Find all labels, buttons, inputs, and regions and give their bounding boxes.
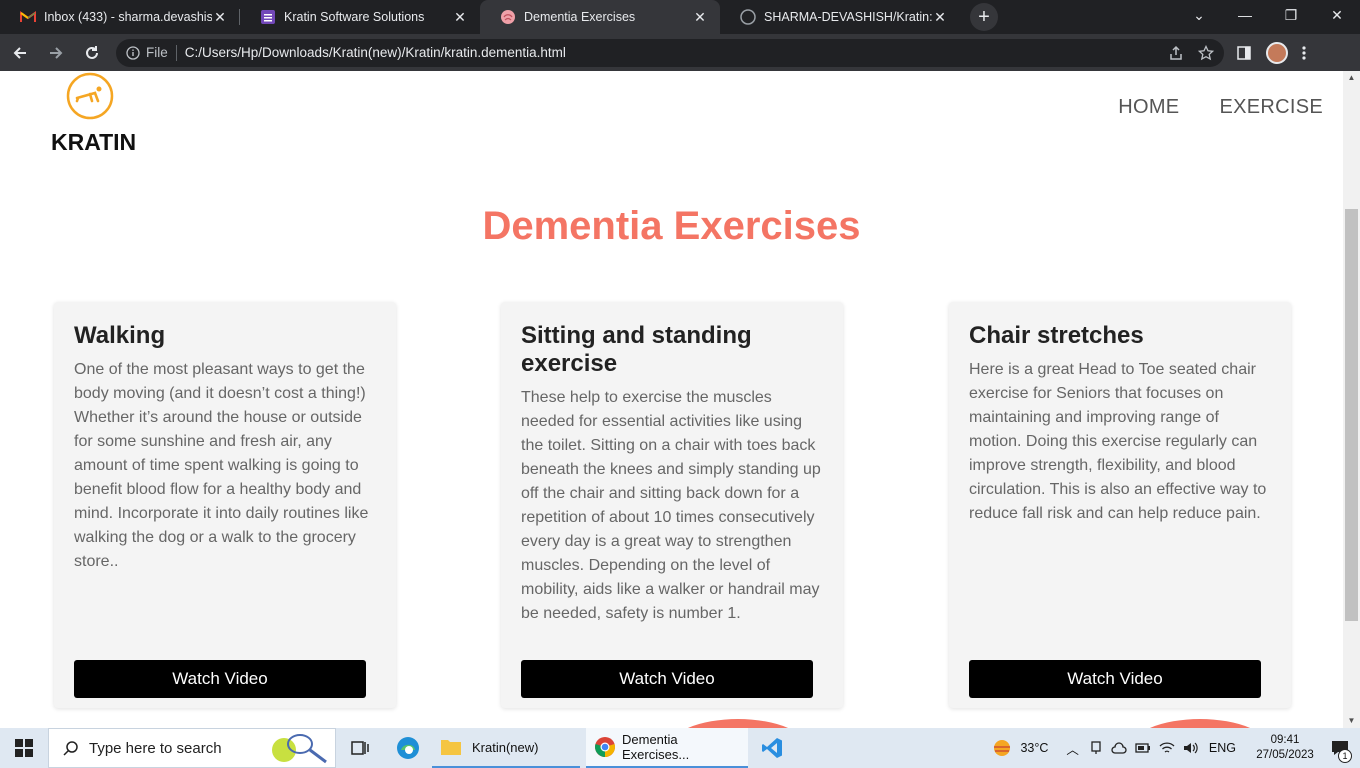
notification-count-badge: 1 xyxy=(1338,749,1352,763)
decorative-shape xyxy=(1130,719,1270,728)
reload-button[interactable] xyxy=(76,37,108,69)
watch-video-button[interactable]: Watch Video xyxy=(74,660,366,698)
close-window-button[interactable]: ✕ xyxy=(1314,0,1360,30)
scrollbar-thumb[interactable] xyxy=(1345,209,1358,621)
info-icon[interactable] xyxy=(126,45,140,60)
address-divider xyxy=(175,44,177,61)
card-heading: Walking xyxy=(74,322,166,349)
card-heading: Chair stretches xyxy=(969,322,1144,349)
cloud-icon[interactable] xyxy=(1111,742,1127,754)
window-controls: ⌄ — ❐ ✕ xyxy=(1176,0,1360,30)
windows-logo-icon xyxy=(15,739,33,757)
taskbar-app-chrome[interactable]: Dementia Exercises... xyxy=(586,728,748,768)
start-button[interactable] xyxy=(0,728,48,768)
tab-title: SHARMA-DEVASHISH/Kratin: It is xyxy=(764,10,932,24)
scheme-label: File xyxy=(146,45,168,60)
card-description: Here is a great Head to Toe seated chair… xyxy=(969,361,1267,522)
scroll-down-arrow-icon[interactable]: ▼ xyxy=(1343,714,1360,728)
nav-home-link[interactable]: HOME xyxy=(1118,96,1179,119)
wifi-icon[interactable] xyxy=(1159,741,1175,755)
main-nav: HOME EXERCISE xyxy=(1118,96,1323,119)
tab-title: Kratin Software Solutions xyxy=(284,10,425,24)
card-heading: Sitting and standing exercise xyxy=(521,322,752,377)
close-icon[interactable]: ✕ xyxy=(932,9,948,25)
chevron-down-icon[interactable]: ⌄ xyxy=(1176,0,1222,30)
weather-temp[interactable]: 33°C xyxy=(1020,741,1048,755)
notification-button[interactable]: 1 xyxy=(1320,728,1360,768)
star-icon[interactable] xyxy=(1198,44,1214,61)
search-icon xyxy=(63,741,78,756)
clock-date: 27/05/2023 xyxy=(1256,749,1314,761)
task-view-icon[interactable] xyxy=(336,728,384,768)
arrow-left-icon xyxy=(13,46,26,59)
gmail-icon xyxy=(20,9,36,25)
more-menu-icon[interactable] xyxy=(1302,45,1306,61)
brain-icon xyxy=(500,9,516,25)
folder-icon xyxy=(441,740,461,755)
minimize-button[interactable]: — xyxy=(1222,0,1268,30)
page-scrollbar[interactable]: ▲ ▼ xyxy=(1343,71,1360,728)
browser-toolbar: File C:/Users/Hp/Downloads/Kratin(new)/K… xyxy=(0,34,1360,71)
github-icon xyxy=(740,9,756,25)
tab-gmail[interactable]: Inbox (433) - sharma.devashish2 ✕ xyxy=(0,0,240,34)
close-icon[interactable]: ✕ xyxy=(452,9,468,25)
card-description: These help to exercise the muscles neede… xyxy=(521,389,821,622)
share-icon[interactable] xyxy=(1168,45,1184,61)
exercise-card-sitting-standing: Sitting and standing exercise These help… xyxy=(501,302,843,708)
close-icon[interactable]: ✕ xyxy=(692,9,708,25)
nav-exercise-link[interactable]: EXERCISE xyxy=(1219,96,1323,119)
clock-time: 09:41 xyxy=(1270,734,1300,746)
exercise-card-walking: Walking One of the most pleasant ways to… xyxy=(54,302,396,708)
usb-icon[interactable] xyxy=(1089,741,1103,755)
decorative-shape xyxy=(668,719,808,728)
brand-name: KRATIN xyxy=(51,129,137,155)
edge-icon[interactable] xyxy=(384,728,432,768)
new-tab-button[interactable]: + xyxy=(970,3,998,31)
exercise-card-chair-stretches: Chair stretches Here is a great Head to … xyxy=(949,302,1291,708)
taskbar-app-label: Dementia Exercises... xyxy=(622,732,690,762)
forward-button[interactable] xyxy=(40,37,72,69)
pushup-logo-icon[interactable] xyxy=(66,72,114,120)
volume-icon[interactable] xyxy=(1183,741,1199,755)
page-title: Dementia Exercises xyxy=(482,204,861,248)
reload-icon xyxy=(86,45,98,59)
scroll-up-arrow-icon[interactable]: ▲ xyxy=(1343,71,1360,85)
battery-icon[interactable] xyxy=(1135,742,1151,754)
back-button[interactable] xyxy=(4,37,36,69)
arrow-right-icon xyxy=(50,46,63,59)
restore-button[interactable]: ❐ xyxy=(1268,0,1314,30)
language-indicator[interactable]: ENG xyxy=(1209,741,1236,755)
taskbar-app-label: Kratin(new) xyxy=(472,739,539,755)
browser-tab-bar: Inbox (433) - sharma.devashish2 ✕ Kratin… xyxy=(0,0,1360,34)
system-tray: 33°C ︿ ENG 09:41 27/05/2023 1 xyxy=(990,728,1360,768)
tab-kratin-forms[interactable]: Kratin Software Solutions ✕ xyxy=(240,0,480,34)
tennis-racket-icon xyxy=(271,734,327,764)
tab-dementia-exercises[interactable]: Dementia Exercises ✕ xyxy=(480,0,720,34)
windows-taskbar: Type here to search Kratin(new) Dementia… xyxy=(0,728,1360,768)
chrome-icon xyxy=(595,737,615,757)
tab-github[interactable]: SHARMA-DEVASHISH/Kratin: It is ✕ xyxy=(720,0,960,34)
search-placeholder: Type here to search xyxy=(89,739,222,757)
chevron-up-icon[interactable]: ︿ xyxy=(1066,739,1079,758)
url-text[interactable]: C:/Users/Hp/Downloads/Kratin(new)/Kratin… xyxy=(185,45,1168,60)
taskbar-search[interactable]: Type here to search xyxy=(48,728,336,768)
clock[interactable]: 09:41 27/05/2023 xyxy=(1250,733,1320,763)
side-panel-icon[interactable] xyxy=(1236,45,1252,61)
avatar[interactable] xyxy=(1266,41,1288,64)
forms-icon xyxy=(260,9,276,25)
watch-video-button[interactable]: Watch Video xyxy=(521,660,813,698)
weather-icon[interactable] xyxy=(990,738,1014,758)
taskbar-app-explorer[interactable]: Kratin(new) xyxy=(432,728,580,768)
vscode-icon[interactable] xyxy=(748,728,796,768)
card-description: One of the most pleasant ways to get the… xyxy=(74,361,369,570)
tab-title: Dementia Exercises xyxy=(524,10,636,24)
watch-video-button[interactable]: Watch Video xyxy=(969,660,1261,698)
close-icon[interactable]: ✕ xyxy=(212,9,228,25)
address-bar[interactable]: File C:/Users/Hp/Downloads/Kratin(new)/K… xyxy=(116,38,1224,67)
page-viewport: KRATIN HOME EXERCISE Dementia Exercises … xyxy=(0,71,1343,728)
tab-title: Inbox (433) - sharma.devashish2 xyxy=(44,10,212,24)
